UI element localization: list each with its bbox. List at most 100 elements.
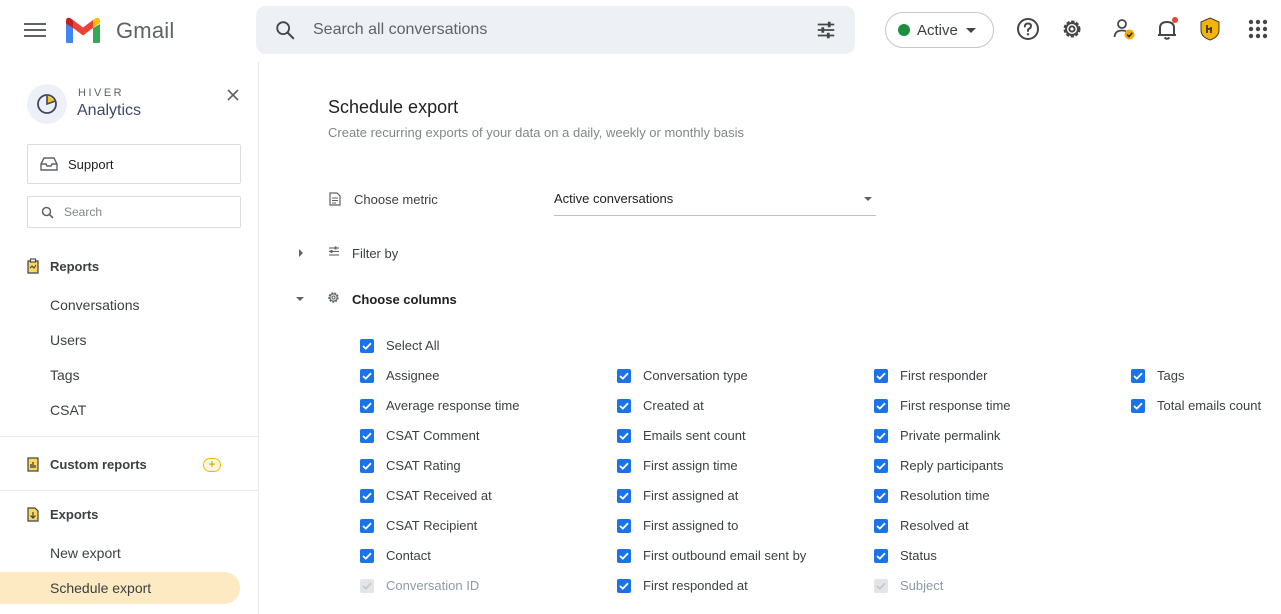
checkbox-checked-icon — [874, 578, 888, 593]
column-checkbox-csat-recipient[interactable]: CSAT Recipient — [360, 518, 477, 533]
checkbox-checked-icon[interactable] — [617, 518, 631, 533]
column-checkbox-assignee[interactable]: Assignee — [360, 368, 439, 383]
gmail-logo-icon[interactable] — [64, 16, 102, 44]
checkbox-checked-icon[interactable] — [874, 398, 888, 413]
checkbox-checked-icon[interactable] — [1131, 398, 1145, 413]
column-checkbox-csat-received-at[interactable]: CSAT Received at — [360, 488, 492, 503]
notifications-bell-icon[interactable] — [1154, 16, 1180, 42]
choose-columns-toggle[interactable]: Choose columns — [352, 292, 457, 307]
checkbox-checked-icon[interactable] — [360, 368, 374, 383]
search-bar[interactable] — [256, 6, 855, 54]
apps-grid-icon[interactable] — [1245, 16, 1271, 42]
sidebar-section-custom-reports[interactable]: Custom reports — [26, 456, 147, 472]
checkbox-checked-icon[interactable] — [874, 458, 888, 473]
search-icon[interactable] — [274, 19, 296, 41]
checkbox-checked-icon[interactable] — [874, 368, 888, 383]
checkbox-checked-icon[interactable] — [360, 428, 374, 443]
checkbox-checked-icon[interactable] — [874, 428, 888, 443]
sidebar-search-input[interactable] — [64, 205, 224, 219]
search-options-icon[interactable] — [815, 19, 837, 41]
column-checkbox-status[interactable]: Status — [874, 548, 937, 563]
column-checkbox-first-responded-at[interactable]: First responded at — [617, 578, 748, 593]
column-checkbox-first-responder[interactable]: First responder — [874, 368, 987, 383]
checkbox-checked-icon[interactable] — [360, 548, 374, 563]
filter-by-toggle[interactable]: Filter by — [352, 246, 398, 261]
hiver-extension-icon[interactable] — [1197, 16, 1223, 42]
column-checkbox-conversation-type[interactable]: Conversation type — [617, 368, 748, 383]
close-icon[interactable] — [226, 88, 240, 102]
brand-small-label: HIVER — [78, 87, 125, 99]
column-checkbox-first-assigned-to[interactable]: First assigned to — [617, 518, 738, 533]
column-checkbox-csat-comment[interactable]: CSAT Comment — [360, 428, 479, 443]
sidebar-section-reports[interactable]: Reports — [26, 258, 99, 274]
sidebar-item-csat[interactable]: CSAT — [50, 402, 86, 418]
search-icon — [41, 206, 54, 219]
checkbox-checked-icon[interactable] — [360, 458, 374, 473]
contacts-status-icon[interactable] — [1111, 16, 1137, 42]
checkbox-checked-icon[interactable] — [617, 368, 631, 383]
status-dot-icon — [898, 24, 910, 36]
checkbox-checked-icon[interactable] — [617, 488, 631, 503]
checkbox-checked-icon[interactable] — [617, 428, 631, 443]
inbox-label: Support — [68, 156, 114, 172]
main-menu-icon[interactable] — [24, 20, 46, 40]
checkbox-label: CSAT Rating — [386, 458, 461, 473]
checkbox-label: Created at — [643, 398, 704, 413]
checkbox-label: Subject — [900, 578, 944, 593]
exports-icon — [27, 507, 39, 522]
column-checkbox-first-response-time[interactable]: First response time — [874, 398, 1011, 413]
column-checkbox-total-emails-count[interactable]: Total emails count — [1131, 398, 1261, 413]
checkbox-label: Tags — [1157, 368, 1185, 383]
status-label: Active — [917, 21, 958, 39]
column-checkbox-resolved-at[interactable]: Resolved at — [874, 518, 969, 533]
document-icon — [329, 192, 341, 206]
sidebar-item-users[interactable]: Users — [50, 332, 87, 348]
column-checkbox-resolution-time[interactable]: Resolution time — [874, 488, 990, 503]
checkbox-checked-icon[interactable] — [360, 488, 374, 503]
checkbox-label: First response time — [900, 398, 1011, 413]
checkbox-checked-icon[interactable] — [360, 398, 374, 413]
column-checkbox-first-assign-time[interactable]: First assign time — [617, 458, 738, 473]
column-checkbox-reply-participants[interactable]: Reply participants — [874, 458, 1003, 473]
add-custom-report-button[interactable]: + — [203, 458, 221, 472]
checkbox-checked-icon[interactable] — [1131, 368, 1145, 383]
checkbox-checked-icon[interactable] — [874, 488, 888, 503]
column-checkbox-average-response-time[interactable]: Average response time — [360, 398, 519, 413]
checkbox-label: Conversation ID — [386, 578, 480, 593]
sidebar-search[interactable] — [27, 196, 241, 228]
checkbox-checked-icon[interactable] — [874, 518, 888, 533]
sidebar-item-tags[interactable]: Tags — [50, 367, 80, 383]
search-input[interactable] — [313, 18, 793, 42]
checkbox-checked-icon[interactable] — [360, 338, 374, 353]
column-checkbox-first-outbound-email-sent-by[interactable]: First outbound email sent by — [617, 548, 806, 563]
column-checkbox-emails-sent-count[interactable]: Emails sent count — [617, 428, 746, 443]
settings-icon[interactable] — [1059, 16, 1085, 42]
column-checkbox-contact[interactable]: Contact — [360, 548, 431, 563]
collapse-columns-icon[interactable] — [296, 297, 304, 301]
metric-dropdown[interactable]: Active conversations — [554, 188, 876, 216]
checkbox-checked-icon[interactable] — [617, 398, 631, 413]
status-button[interactable]: Active — [885, 12, 994, 48]
checkbox-checked-icon[interactable] — [617, 578, 631, 593]
checkbox-checked-icon[interactable] — [874, 548, 888, 563]
help-icon[interactable] — [1015, 16, 1041, 42]
reports-label: Reports — [50, 258, 100, 274]
shared-inbox-selector[interactable]: Support — [27, 144, 241, 184]
expand-filter-icon[interactable] — [299, 249, 303, 257]
checkbox-label: First outbound email sent by — [643, 548, 807, 563]
column-checkbox-private-permalink[interactable]: Private permalink — [874, 428, 1000, 443]
column-checkbox-first-assigned-at[interactable]: First assigned at — [617, 488, 738, 503]
sidebar-divider — [0, 490, 259, 491]
sidebar-item-conversations[interactable]: Conversations — [50, 297, 140, 313]
column-checkbox-csat-rating[interactable]: CSAT Rating — [360, 458, 461, 473]
sidebar-item-new-export[interactable]: New export — [50, 545, 121, 561]
checkbox-checked-icon[interactable] — [360, 518, 374, 533]
checkbox-label: CSAT Received at — [386, 488, 492, 503]
column-checkbox-tags[interactable]: Tags — [1131, 368, 1184, 383]
checkbox-checked-icon[interactable] — [617, 548, 631, 563]
column-checkbox-created-at[interactable]: Created at — [617, 398, 704, 413]
sidebar-item-schedule-export[interactable]: Schedule export — [50, 580, 151, 596]
checkbox-checked-icon[interactable] — [617, 458, 631, 473]
select-all-checkbox[interactable]: Select All — [360, 338, 439, 353]
sidebar-section-exports[interactable]: Exports — [26, 506, 98, 522]
